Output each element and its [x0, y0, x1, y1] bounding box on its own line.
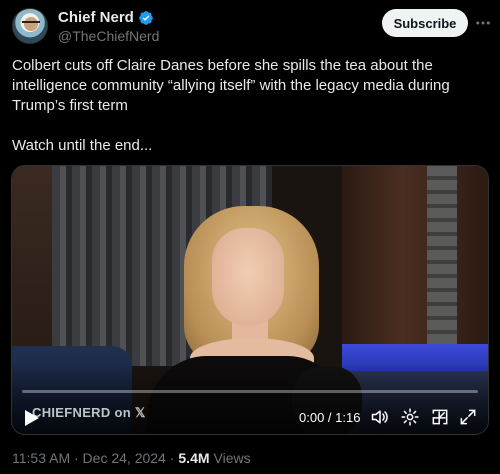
fullscreen-icon[interactable]	[458, 407, 478, 427]
display-name[interactable]: Chief Nerd	[58, 9, 134, 26]
tweet-line: Trump’s first term	[12, 97, 128, 114]
more-icon[interactable]	[474, 14, 492, 32]
verified-badge-icon	[139, 10, 153, 25]
views-count: 5.4M	[178, 450, 210, 466]
video-watermark: CHIEFNERD on 𝕏	[32, 405, 146, 420]
volume-icon[interactable]	[370, 407, 390, 427]
tweet-line: intelligence community “allying itself” …	[12, 77, 450, 94]
subscribe-button[interactable]: Subscribe	[382, 9, 468, 37]
pip-icon[interactable]	[430, 407, 450, 427]
views-label: Views	[213, 450, 251, 466]
tweet-line: Colbert cuts off Claire Danes before she…	[12, 57, 433, 74]
tweet-header: Chief Nerd @TheChiefNerd Subscribe	[12, 6, 490, 46]
author-handle[interactable]: @TheChiefNerd	[58, 28, 159, 44]
author-name-row[interactable]: Chief Nerd	[58, 9, 154, 26]
video-time: 0:00 / 1:16	[299, 410, 361, 425]
tweet-text: Colbert cuts off Claire Danes before she…	[12, 56, 482, 156]
settings-icon[interactable]	[400, 407, 420, 427]
video-player[interactable]: CHIEFNERD on 𝕏 0:00 / 1:16	[11, 165, 489, 435]
tweet-timestamp[interactable]: 11:53 AM · Dec 24, 2024 ·	[12, 450, 174, 466]
tweet-line: Watch until the end...	[12, 137, 153, 154]
progress-bar[interactable]	[22, 390, 478, 393]
tweet-meta: 11:53 AM · Dec 24, 2024 · 5.4M Views	[12, 450, 251, 466]
avatar[interactable]	[12, 8, 48, 44]
